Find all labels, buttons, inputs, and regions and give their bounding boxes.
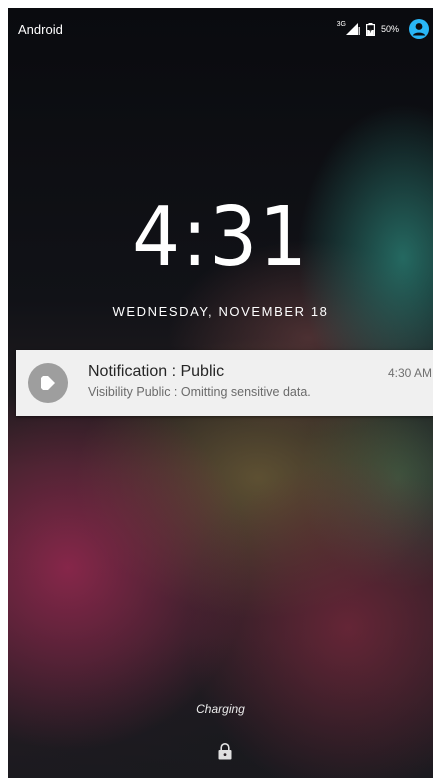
status-icons: 3G 50% [337, 18, 429, 40]
notification-body: Visibility Public : Omitting sensitive d… [88, 385, 311, 399]
battery-charging-icon [365, 22, 375, 36]
app-notification-icon [28, 363, 68, 403]
lock-screen: Android 3G 50% 4:31 WEDNESDAY, NOVEMBER … [8, 8, 433, 778]
lockscreen-date: WEDNESDAY, NOVEMBER 18 [112, 304, 329, 319]
network-type-label: 3G [336, 20, 346, 28]
notification-card[interactable]: Notification : Public Visibility Public … [16, 350, 433, 416]
status-bar: Android 3G 50% [8, 8, 433, 48]
user-avatar-icon[interactable] [409, 19, 429, 39]
notification-time: 4:30 AM [387, 366, 432, 380]
lockscreen-clock: 4:31 [132, 190, 309, 285]
carrier-label: Android [18, 22, 63, 37]
charging-status: Charging [196, 702, 245, 716]
notification-title: Notification : Public [88, 363, 225, 380]
battery-percent: 50% [380, 24, 399, 34]
signal-bars-icon [345, 23, 360, 35]
lock-icon[interactable] [218, 743, 232, 760]
